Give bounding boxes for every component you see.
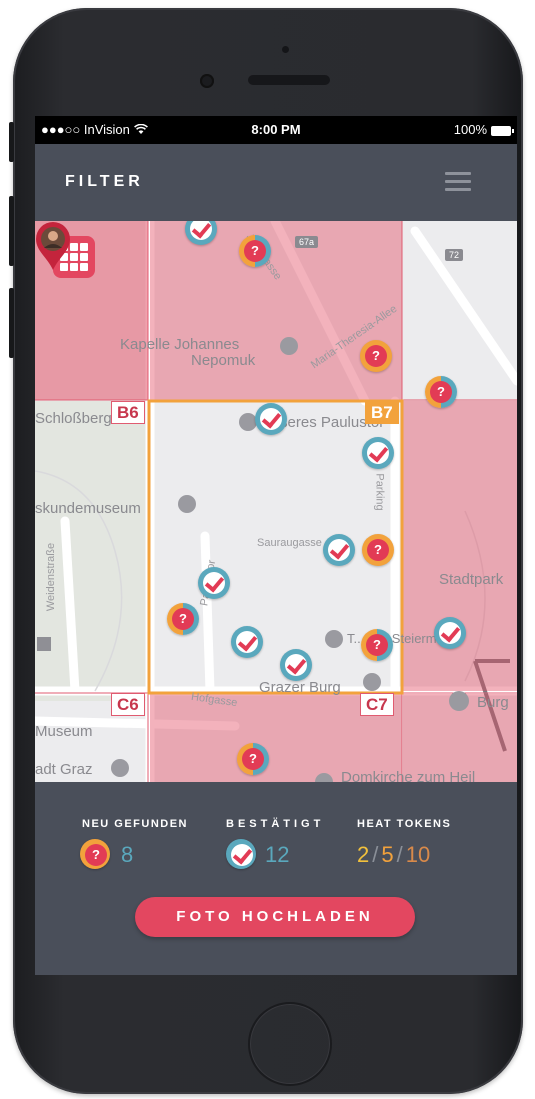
front-camera-icon	[200, 74, 214, 88]
speaker-grille	[248, 75, 330, 85]
page-title[interactable]: FILTER	[65, 173, 144, 191]
map-label-stadtpark: Stadtpark	[439, 571, 504, 588]
map-label-domkirche: Domkirche zum Heil	[341, 769, 476, 782]
volume-up-button	[9, 196, 14, 266]
map-label-weidenstrasse: Weidenstraße	[45, 542, 58, 612]
heat-tokens-mid: 5	[381, 842, 394, 867]
confirmed-marker[interactable]	[280, 649, 312, 681]
upload-photo-button[interactable]: FOTO HOCHLADEN	[135, 897, 415, 937]
camera-dot	[282, 46, 289, 53]
confirmed-marker[interactable]	[198, 567, 230, 599]
confirmed-marker[interactable]	[434, 617, 466, 649]
volume-down-button	[9, 288, 14, 358]
unknown-marker[interactable]	[360, 340, 392, 372]
confirmed-count-icon	[226, 839, 256, 869]
grid-cell-label-b7[interactable]: B7	[365, 401, 399, 424]
road-badge-72: 72	[445, 249, 464, 261]
status-bar: ●●●○○ InVision 8:00 PM 100%	[35, 116, 517, 144]
map-label-burgring: Burg	[477, 694, 509, 711]
unknown-marker[interactable]	[425, 376, 457, 408]
map-label-nepomuk: Nepomuk	[191, 352, 256, 369]
unknown-count-icon	[80, 839, 112, 871]
heat-tokens-separator: /	[396, 842, 403, 867]
app-screen: ●●●○○ InVision 8:00 PM 100% FILTER Kapel…	[35, 116, 517, 975]
heat-tokens-label: HEAT TOKENS	[357, 818, 452, 830]
unknown-marker[interactable]	[361, 629, 393, 661]
confirmed-marker[interactable]	[323, 534, 355, 566]
battery-indicator: 100%	[453, 116, 514, 144]
home-button[interactable]	[248, 1002, 332, 1086]
map-label-grazer-burg: Grazer Burg	[259, 679, 341, 696]
heat-tokens-current: 2	[357, 842, 370, 867]
unknown-marker[interactable]	[237, 743, 269, 775]
unknown-marker[interactable]	[239, 235, 271, 267]
new-found-value: 8	[121, 842, 134, 867]
map-label-parking: Parking	[373, 473, 386, 511]
grid-cell-label-c7[interactable]: C7	[360, 693, 394, 716]
map-label-museum: Museum	[35, 723, 93, 740]
map-label-sauraugasse: Sauraugasse	[257, 537, 322, 549]
new-found-label: NEU GEFUNDEN	[82, 818, 189, 830]
map-view[interactable]: Kapelle Johannes Nepomuk Schloßberg Äuße…	[35, 221, 517, 782]
heat-tokens-separator: /	[372, 842, 379, 867]
confirmed-marker[interactable]	[255, 403, 287, 435]
hamburger-menu-icon[interactable]	[445, 172, 471, 192]
confirmed-value: 12	[265, 842, 290, 867]
road-badge-67a: 67a	[295, 236, 319, 248]
confirmed-label: BESTÄTIGT	[226, 818, 325, 830]
map-label-stadt-graz: adt Graz	[35, 761, 93, 778]
unknown-marker[interactable]	[167, 603, 199, 635]
mute-switch	[9, 122, 14, 162]
stats-panel: NEU GEFUNDEN 8 BESTÄTIGT 12 HEAT TOKENS …	[35, 782, 517, 975]
heat-tokens-value: 2/5/10	[357, 842, 430, 868]
grid-cell-label-b6[interactable]: B6	[111, 401, 145, 424]
battery-icon	[491, 126, 514, 136]
map-label-kundemuseum: skundemuseum	[35, 500, 141, 517]
clock: 8:00 PM	[251, 122, 301, 137]
user-location-pin-icon[interactable]	[35, 221, 71, 271]
grid-cell-label-c6[interactable]: C6	[111, 693, 145, 716]
top-nav: FILTER	[35, 144, 517, 221]
confirmed-marker[interactable]	[362, 437, 394, 469]
heat-tokens-max: 10	[405, 842, 431, 867]
unknown-marker[interactable]	[362, 534, 394, 566]
map-label-kapelle: Kapelle Johannes	[120, 336, 240, 353]
map-label-schlossberg: Schloßberg	[35, 410, 112, 427]
battery-percent: 100%	[453, 122, 487, 137]
confirmed-marker[interactable]	[231, 626, 263, 658]
